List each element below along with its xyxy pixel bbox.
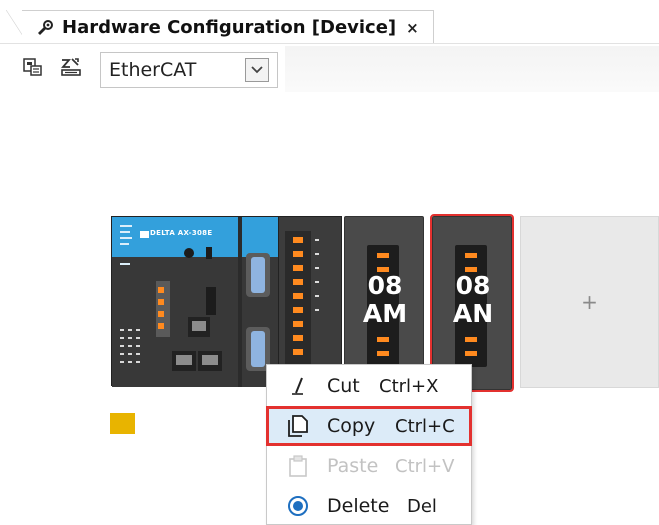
scan-network-button[interactable] — [58, 56, 84, 82]
toolbar-background — [285, 46, 659, 92]
cut-icon — [287, 375, 309, 397]
chevron-down-icon[interactable] — [245, 58, 269, 82]
delete-icon — [287, 495, 309, 517]
status-indicator — [110, 413, 135, 434]
module-label-top: 08 — [367, 271, 403, 300]
plus-icon: + — [581, 290, 598, 314]
menu-item-label: Paste — [327, 455, 379, 477]
bus-type-value: EtherCAT — [109, 59, 197, 81]
scan-network-icon — [60, 57, 82, 82]
add-module-slot[interactable]: + — [520, 216, 659, 388]
menu-item-paste[interactable]: Paste Ctrl+V — [267, 447, 471, 485]
menu-item-shortcut: Ctrl+V — [395, 455, 455, 477]
terminal-pins-graphic — [285, 231, 319, 377]
tab-title: Hardware Configuration [Device] — [62, 17, 397, 38]
cpu-ports-graphic — [120, 217, 270, 387]
device-view-button[interactable] — [20, 56, 46, 82]
module-label-bottom: AN — [452, 299, 494, 328]
tab-divider — [0, 43, 659, 44]
hardware-config-icon — [36, 19, 56, 37]
menu-item-delete[interactable]: Delete Del — [267, 487, 471, 525]
paste-icon — [287, 455, 309, 477]
menu-item-copy[interactable]: Copy Ctrl+C — [266, 406, 472, 446]
tab-strip: Hardware Configuration [Device] × — [0, 0, 659, 44]
menu-item-label: Delete — [327, 495, 390, 517]
menu-item-shortcut: Ctrl+C — [395, 415, 455, 437]
menu-item-label: Copy — [327, 415, 376, 437]
module-label-top: 08 — [455, 271, 491, 300]
toolbar: EtherCAT — [0, 46, 659, 92]
menu-item-shortcut: Ctrl+X — [379, 375, 439, 397]
copy-icon — [287, 415, 309, 437]
cpu-terminal-block[interactable] — [278, 216, 342, 386]
context-menu: Cut Ctrl+X Copy Ctrl+C Paste Ctrl+V Dele… — [266, 364, 472, 525]
device-view-icon — [23, 57, 43, 82]
tab-hardware-configuration[interactable]: Hardware Configuration [Device] × — [22, 10, 434, 44]
bus-type-select[interactable]: EtherCAT — [100, 52, 278, 88]
cpu-module[interactable]: DELTA AX-308E — [111, 216, 282, 387]
menu-item-label: Cut — [327, 375, 360, 397]
tab-close-icon[interactable]: × — [406, 19, 419, 37]
menu-item-cut[interactable]: Cut Ctrl+X — [267, 367, 471, 405]
module-label-bottom: AM — [362, 299, 408, 328]
menu-item-shortcut: Del — [407, 495, 437, 517]
